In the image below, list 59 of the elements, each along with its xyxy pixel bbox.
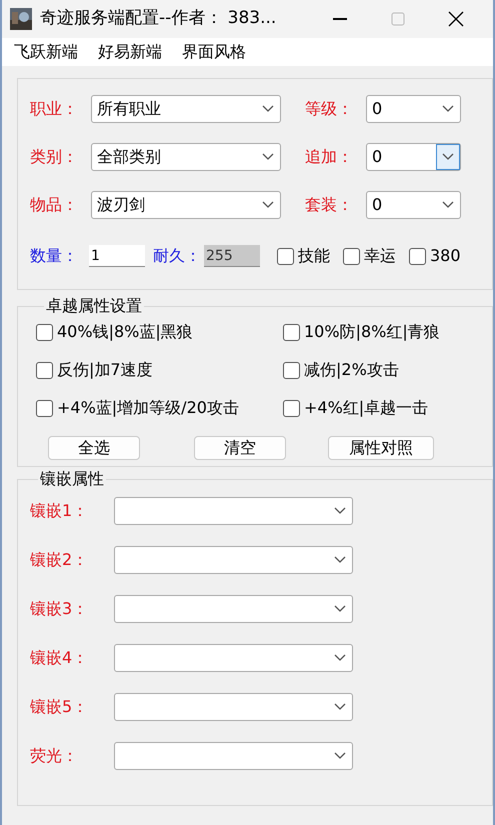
field-label: 等级： — [305, 98, 354, 120]
caret-icon[interactable] — [436, 144, 460, 170]
checkbox-label: 380 — [430, 245, 461, 267]
group-title: 卓越属性设置 — [45, 298, 143, 314]
input-field[interactable]: 1 — [89, 245, 145, 267]
dropdown-value: 全部类别 — [97, 146, 161, 168]
app-icon — [10, 8, 32, 30]
field-label: 镶嵌2： — [30, 549, 90, 571]
minimize-icon — [333, 18, 347, 20]
checkbox[interactable] — [36, 324, 53, 340]
field-label: 套装： — [305, 194, 354, 216]
close-icon — [448, 11, 464, 27]
checkbox[interactable] — [36, 400, 53, 416]
field-label: 镶嵌5： — [30, 696, 90, 718]
checkbox-label: +4%红|卓越一击 — [304, 397, 428, 419]
group-title: 镶嵌属性 — [39, 471, 105, 487]
dropdown[interactable]: 0 — [366, 95, 461, 123]
dropdown[interactable]: 0 — [366, 143, 461, 171]
field-label: 荧光： — [30, 745, 79, 767]
menu-item[interactable]: 好易新端 — [98, 40, 162, 64]
field-label: 物品： — [30, 194, 79, 216]
menu-item[interactable]: 界面风格 — [182, 40, 246, 64]
checkbox-label: 40%钱|8%蓝|黑狼 — [57, 321, 193, 343]
action-button[interactable]: 全选 — [48, 436, 140, 460]
checkbox[interactable] — [283, 324, 300, 340]
dropdown[interactable]: 所有职业 — [91, 95, 281, 123]
checkbox[interactable] — [283, 362, 300, 378]
dropdown-value: 所有职业 — [97, 98, 161, 120]
action-button[interactable]: 清空 — [194, 436, 286, 460]
dropdown-value: 0 — [372, 98, 382, 120]
field-label: 数量： — [30, 245, 79, 267]
checkbox[interactable] — [277, 248, 294, 264]
dropdown-value: 0 — [372, 146, 382, 168]
checkbox-label: 减伤|2%攻击 — [304, 359, 399, 381]
checkbox[interactable] — [283, 400, 300, 416]
field-label: 类别： — [30, 146, 79, 168]
dropdown-value: 0 — [372, 194, 382, 216]
dropdown-value: 波刃剑 — [97, 194, 145, 216]
checkbox-label: +4%蓝|增加等级/20攻击 — [57, 397, 239, 419]
checkbox-label: 技能 — [298, 245, 330, 267]
checkbox[interactable] — [409, 248, 426, 264]
window-title: 奇迹服务端配置--作者： 383... — [40, 7, 276, 30]
dropdown[interactable]: 全部类别 — [91, 143, 281, 171]
field-label: 镶嵌4： — [30, 647, 90, 669]
field-label: 职业： — [30, 98, 79, 120]
checkbox-label: 幸运 — [364, 245, 396, 267]
maximize-icon — [391, 12, 405, 26]
checkbox-label: 反伤|加7速度 — [57, 359, 153, 381]
field-label: 镶嵌1： — [30, 500, 90, 522]
field-label: 耐久： — [153, 245, 202, 267]
dropdown[interactable]: 0 — [366, 191, 461, 219]
checkbox-label: 10%防|8%红|青狼 — [304, 321, 440, 343]
checkbox[interactable] — [36, 362, 53, 378]
action-button[interactable]: 属性对照 — [328, 436, 434, 460]
menu-item[interactable]: 飞跃新端 — [14, 40, 78, 64]
dropdown[interactable]: 波刃剑 — [91, 191, 281, 219]
field-label: 镶嵌3： — [30, 598, 90, 620]
checkbox[interactable] — [343, 248, 360, 264]
field-label: 追加： — [305, 146, 354, 168]
